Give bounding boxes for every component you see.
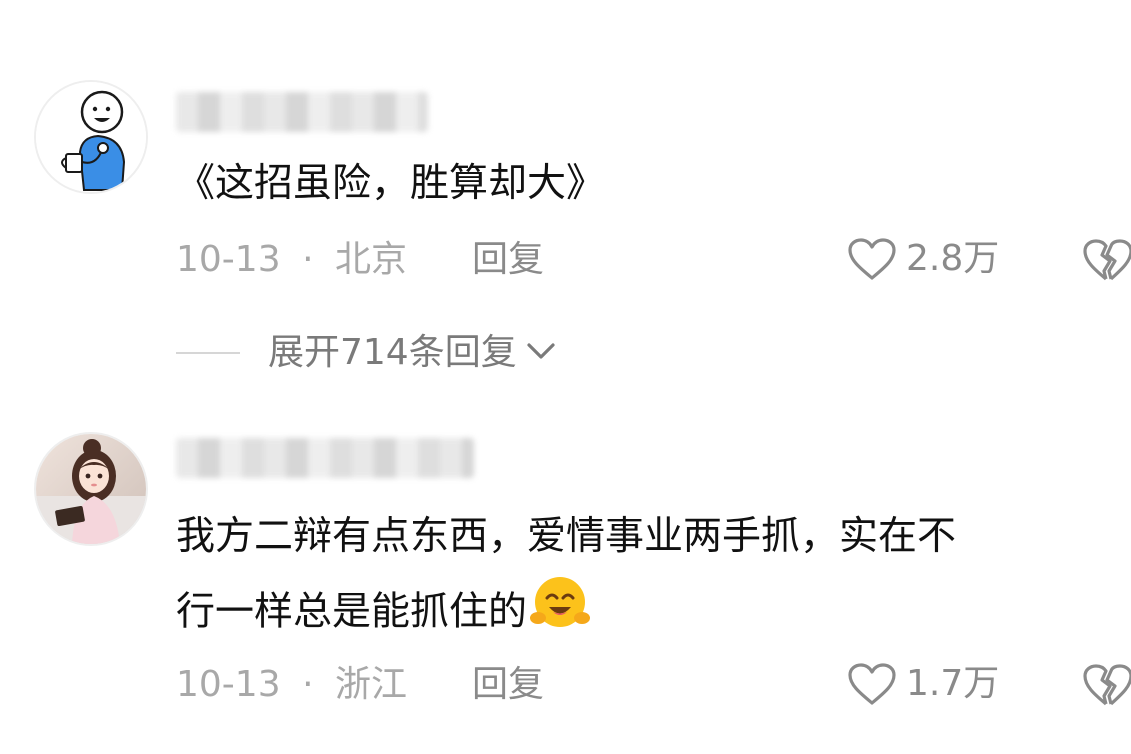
comment-list: 《这招虽险，胜算却大》 10-13 · 北京 回复 2.8万 展开714条回复: [0, 0, 1131, 754]
comment-location: 北京: [334, 239, 407, 280]
reply-button[interactable]: 回复: [472, 663, 544, 707]
avatar[interactable]: [34, 432, 148, 546]
like-count: 1.7万: [906, 663, 1000, 704]
comment-body-line2: 行一样总是能抓住的: [176, 589, 528, 635]
like-count: 2.8万: [906, 238, 1000, 279]
comment-body-line1: 我方二辩有点东西，爱情事业两手抓，实在不: [176, 514, 957, 559]
comment-text: 《这招虽险，胜算却大》: [176, 152, 605, 216]
avatar[interactable]: [34, 80, 148, 194]
comment-body: 《这招虽险，胜算却大》: [176, 161, 606, 206]
heart-outline-icon: [848, 663, 896, 705]
dislike-button[interactable]: [1082, 662, 1131, 712]
chevron-down-icon: [525, 341, 557, 365]
cartoon-avatar-image: [36, 82, 146, 192]
comment-text: 我方二辩有点东西，爱情事业两手抓，实在不: [176, 505, 956, 569]
meta-separator: ·: [302, 664, 314, 705]
divider-line: [176, 352, 240, 354]
like-button[interactable]: 2.8万: [846, 237, 999, 281]
username-blurred[interactable]: [176, 438, 474, 478]
broken-heart-icon: [1083, 239, 1131, 281]
heart-outline-icon: [848, 238, 896, 280]
expand-replies-label: 展开714条回复: [268, 332, 517, 373]
comment-location: 浙江: [334, 664, 407, 705]
expand-replies-button[interactable]: 展开714条回复: [176, 330, 557, 376]
girl-reading-avatar-image: [36, 434, 146, 544]
comment-meta: 10-13 · 北京: [176, 238, 407, 282]
comment-meta: 10-13 · 浙江: [176, 663, 407, 707]
like-button[interactable]: 1.7万: [846, 662, 999, 706]
comment-text-line2: 行一样总是能抓住的: [176, 574, 591, 654]
comment-date: 10-13: [176, 239, 281, 280]
username-blurred[interactable]: [176, 92, 428, 132]
meta-separator: ·: [302, 239, 314, 280]
reply-button[interactable]: 回复: [472, 238, 544, 282]
dislike-button[interactable]: [1082, 237, 1131, 287]
smiling-hug-emoji-icon: [529, 574, 591, 654]
broken-heart-icon: [1083, 664, 1131, 706]
comment-date: 10-13: [176, 664, 281, 705]
